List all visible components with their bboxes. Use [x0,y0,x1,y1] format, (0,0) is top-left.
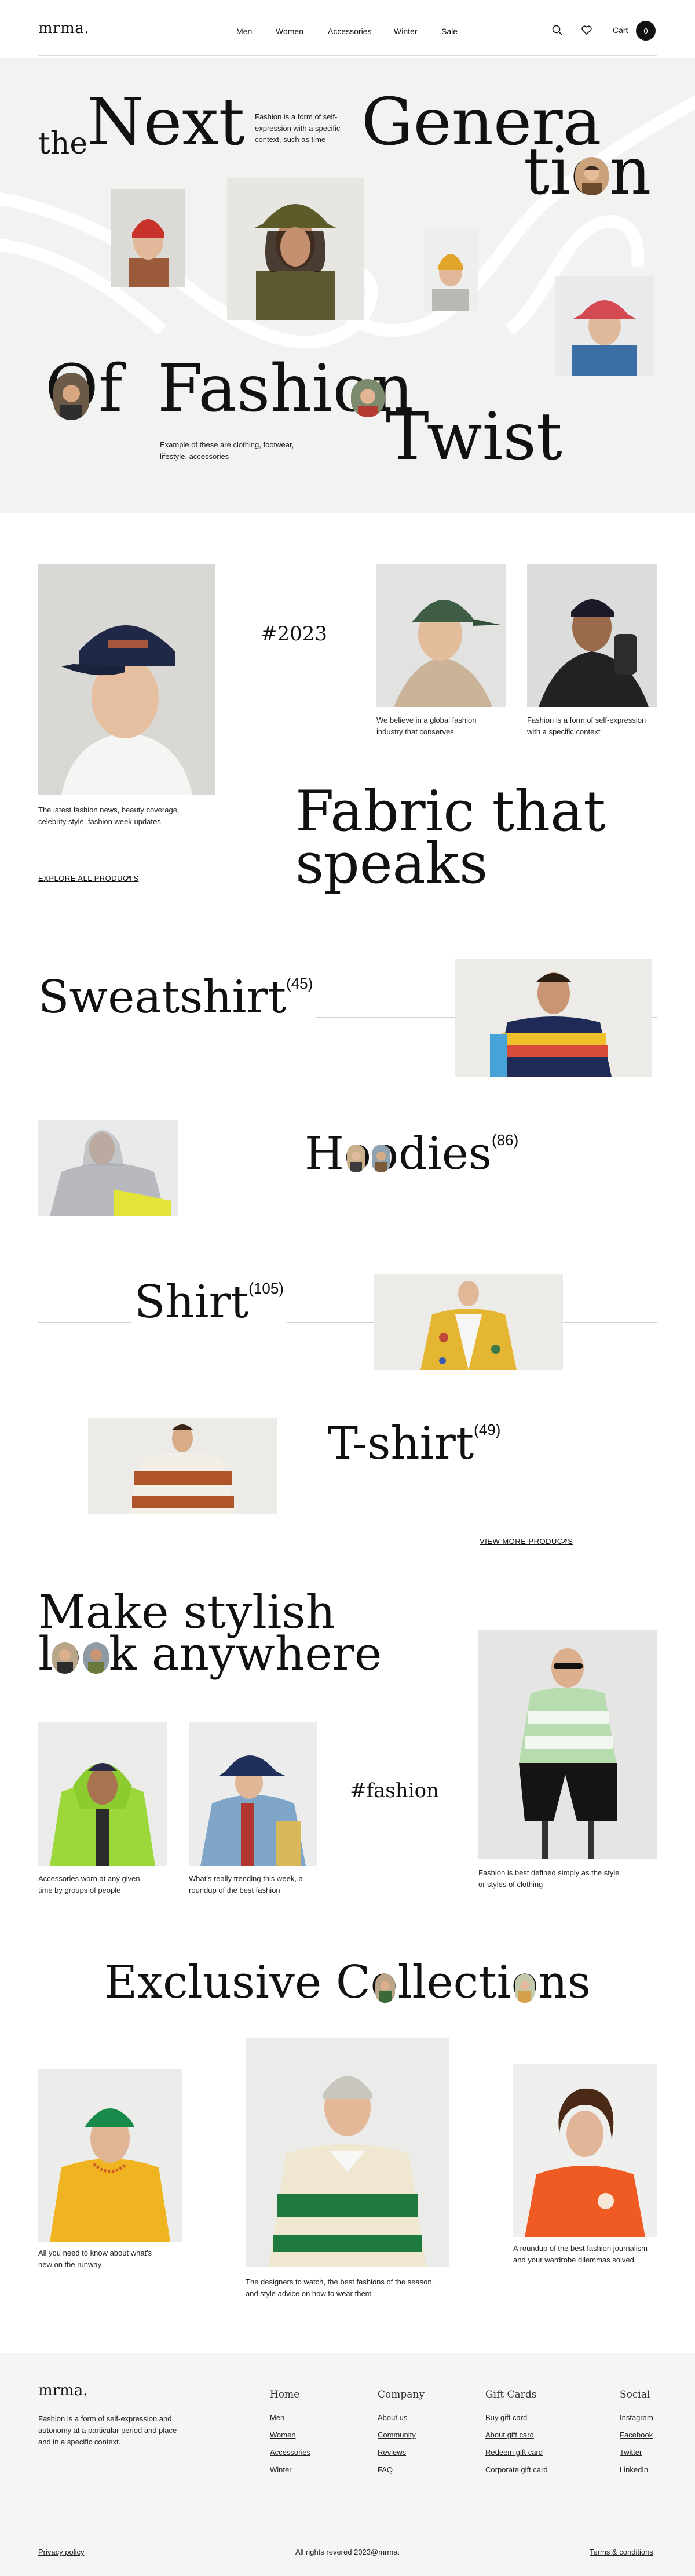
category-name: Shirt [134,1276,249,1328]
nav-accessories[interactable]: Accessories [328,27,371,36]
nav-men[interactable]: Men [236,27,252,36]
category-sweatshirt[interactable]: Sweatshirt(45) [38,975,317,1020]
hero-inline-avatar-of [53,373,89,420]
hero-word-next: Next [87,85,245,160]
footer-link-winter[interactable]: Winter [270,2465,292,2474]
stylish-caption-2: What's really trending this week, a roun… [189,1874,303,1895]
hoodies-inline-avatar-1 [347,1145,365,1172]
footer-link-twitter[interactable]: Twitter [620,2448,642,2457]
intro-photo-black-cap [527,564,657,707]
hero-photo-red-bucket-hat [555,276,654,376]
footer-link-women[interactable]: Women [270,2431,296,2439]
search-icon[interactable] [551,24,563,36]
stylish-inline-avatar-1 [52,1642,78,1674]
intro-photo-navy-cap [38,564,215,795]
intro-caption-cap: The latest fashion news, beauty coverage… [38,806,180,826]
cart-label[interactable]: Cart [613,25,628,35]
heart-icon[interactable] [581,24,592,36]
category-tshirt[interactable]: T-shirt(49) [324,1421,504,1466]
year-tag: #2023 [261,622,328,646]
cart-count-badge[interactable]: 0 [636,21,656,41]
stylish-photo-bucket-hat-blue [189,1722,317,1866]
exclusive-caption-2: The designers to watch, the best fashion… [246,2278,434,2298]
nav-winter[interactable]: Winter [394,27,417,36]
category-photo-sweatshirt[interactable] [455,959,652,1077]
footer-col-giftcards-title: Gift Cards [485,2389,537,2400]
footer-col-company-title: Company [378,2389,425,2400]
hero-description-bottom: Example of these are clothing, footwear,… [160,440,294,461]
category-name: T-shirt [328,1418,474,1470]
footer-terms-link[interactable]: Terms & conditions [590,2548,653,2556]
category-photo-hoodies[interactable] [38,1120,178,1216]
hero-inline-avatar-o [575,157,609,195]
category-name: Hoodies [305,1128,492,1180]
footer-link-facebook[interactable]: Facebook [620,2431,653,2439]
category-hoodies[interactable]: Hoodies(86) [301,1131,522,1176]
category-shirt[interactable]: Shirt(105) [131,1280,287,1325]
footer-link-about-gift-card[interactable]: About gift card [485,2431,534,2439]
footer-logo[interactable]: mrma. [38,2382,88,2399]
hero-photo-yellow-beanie [423,228,478,311]
exclusive-inline-avatar-1 [375,1974,395,2003]
footer-link-redeem-gift-card[interactable]: Redeem gift card [485,2448,543,2457]
nav-women[interactable]: Women [276,27,303,36]
hero-description-top: Fashion is a form of self-expression wit… [255,112,341,144]
category-photo-tshirt[interactable] [88,1418,277,1514]
header-divider [38,55,657,56]
arrow-up-right-icon[interactable]: ↗ [561,1536,568,1546]
exclusive-photo-green-cap [38,2069,182,2242]
stylish-photo-seated [478,1630,657,1859]
footer-link-buy-gift-card[interactable]: Buy gift card [485,2413,527,2422]
hero-section: the Next Fashion is a form of self-expre… [0,58,695,513]
site-footer: mrma. Fashion is a form of self-expressi… [0,2353,695,2576]
category-photo-shirt[interactable] [374,1274,563,1370]
footer-link-about-us[interactable]: About us [378,2413,407,2422]
view-more-products-link[interactable]: VIEW MORE PRODUCTS [480,1537,573,1546]
hero-word-twist: Twist [386,399,562,475]
footer-link-instagram[interactable]: Instagram [620,2413,653,2422]
exclusive-photo-orange-tshirt [513,2064,657,2237]
stylish-inline-avatar-2 [83,1642,109,1674]
footer-col-social-title: Social [620,2389,650,2400]
category-count: (105) [248,1280,284,1297]
site-header: mrma. Men Women Accessories Winter Sale … [0,0,695,58]
stylish-photo-green-jacket [38,1722,167,1866]
arrow-up-right-icon[interactable]: ↗ [124,873,131,883]
logo[interactable]: mrma. [38,20,89,37]
footer-about: Fashion is a form of self-expression and… [38,2414,177,2447]
fashion-tag: #fashion [350,1779,439,1802]
stylish-caption-1: Accessories worn at any given time by gr… [38,1874,140,1895]
exclusive-photo-rugby-shirt [246,2038,449,2267]
footer-link-accessories[interactable]: Accessories [270,2448,310,2457]
intro-caption-right: Fashion is a form of self-expression wit… [527,716,646,737]
category-name: Sweatshirt [38,971,287,1023]
hoodies-inline-avatar-2 [372,1145,390,1172]
footer-link-corporate-gift-card[interactable]: Corporate gift card [485,2465,548,2474]
footer-link-community[interactable]: Community [378,2431,416,2439]
footer-link-linkedin[interactable]: LinkedIn [620,2465,648,2474]
footer-link-men[interactable]: Men [270,2413,284,2422]
exclusive-caption-3: A roundup of the best fashion journalism… [513,2244,648,2265]
nav-sale[interactable]: Sale [441,27,458,36]
footer-link-reviews[interactable]: Reviews [378,2448,406,2457]
stylish-caption-3: Fashion is best defined simply as the st… [478,1868,620,1889]
hero-photo-bucket-hat [227,178,364,320]
category-count: (49) [474,1421,501,1438]
footer-col-home-title: Home [270,2389,300,2400]
category-count: (86) [492,1131,519,1149]
exclusive-title: Exclusive Collections [104,1956,591,2009]
footer-link-faq[interactable]: FAQ [378,2465,393,2474]
hero-word-the: the [38,126,88,161]
fabric-headline-line2: speaks [295,831,488,896]
intro-photo-green-cap [376,564,506,707]
hero-photo-red-beanie [111,189,185,287]
exclusive-inline-avatar-2 [515,1974,535,2003]
exclusive-caption-1: All you need to know about what's new on… [38,2249,152,2269]
intro-caption-mid: We believe in a global fashion industry … [376,716,477,737]
hero-inline-avatar-fashion [351,379,385,417]
category-count: (45) [286,975,313,992]
